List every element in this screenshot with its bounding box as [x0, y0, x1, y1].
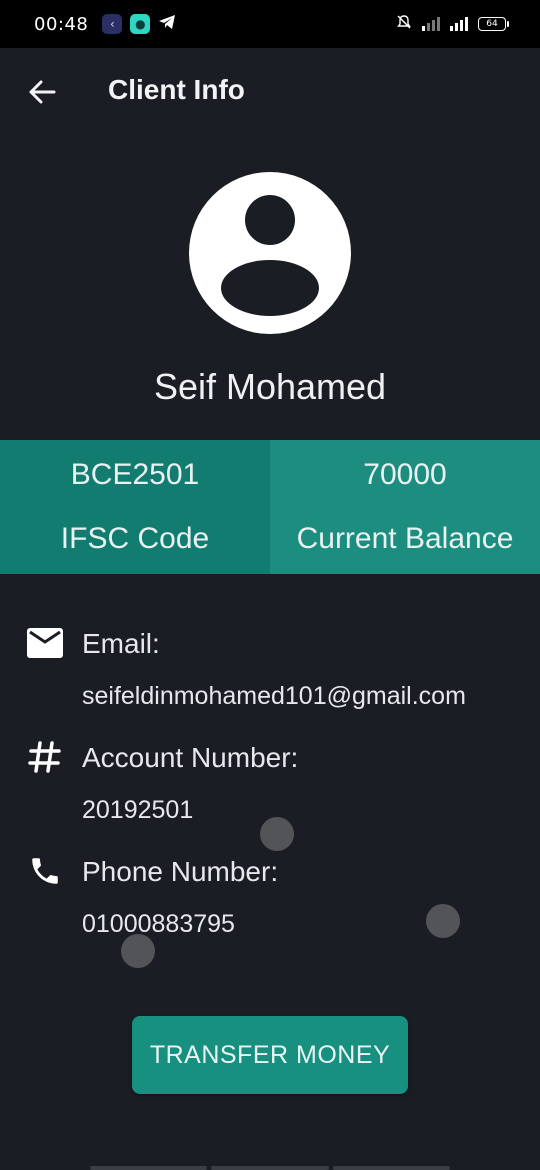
- balance-value: 70000: [363, 458, 447, 491]
- signal-bars-icon: [450, 17, 468, 31]
- account-number-value: 20192501: [82, 796, 194, 824]
- battery-icon: 64: [478, 17, 509, 31]
- email-icon: [26, 624, 64, 662]
- navigation-bar: [90, 1166, 450, 1170]
- page-title: Client Info: [108, 74, 245, 105]
- back-app-icon: ‹: [102, 14, 123, 34]
- no-signal-icon: [422, 17, 440, 31]
- system-status-icons: 64: [396, 14, 509, 34]
- account-number-label: Account Number:: [82, 742, 299, 773]
- email-value: seifeldinmohamed101@gmail.com: [82, 682, 466, 710]
- ifsc-label: IFSC Code: [60, 522, 210, 555]
- account-summary: BCE2501 IFSC Code 70000 Current Balance: [0, 440, 540, 574]
- status-bar: 00:48 ‹ ● 64: [0, 0, 540, 48]
- balance-label: Current Balance: [296, 522, 514, 555]
- touch-indicator: [121, 934, 155, 968]
- notification-icons: ‹ ●: [102, 14, 176, 34]
- arrow-left-icon: [29, 80, 56, 104]
- app-bar: Client Info: [0, 48, 540, 136]
- client-name: Seif Mohamed: [153, 366, 387, 407]
- ifsc-panel: BCE2501 IFSC Code: [0, 440, 270, 574]
- balance-panel: 70000 Current Balance: [270, 440, 540, 574]
- touch-indicator: [426, 904, 460, 938]
- status-time: 00:48: [34, 13, 89, 35]
- hash-icon: [26, 738, 64, 776]
- back-button[interactable]: [22, 72, 62, 112]
- touch-indicator: [260, 817, 294, 851]
- telegram-icon: [158, 14, 176, 34]
- phone-number-label: Phone Number:: [82, 856, 279, 887]
- account-avatar-icon: [189, 172, 351, 334]
- phone-icon: [26, 852, 64, 890]
- transfer-money-button[interactable]: TRANSFER MONEY: [132, 1016, 408, 1094]
- phone-number-value: 01000883795: [82, 910, 235, 938]
- mute-bell-icon: [396, 14, 412, 34]
- email-label: Email:: [82, 628, 160, 659]
- ifsc-value: BCE2501: [70, 458, 200, 491]
- chat-app-icon: ●: [130, 14, 151, 34]
